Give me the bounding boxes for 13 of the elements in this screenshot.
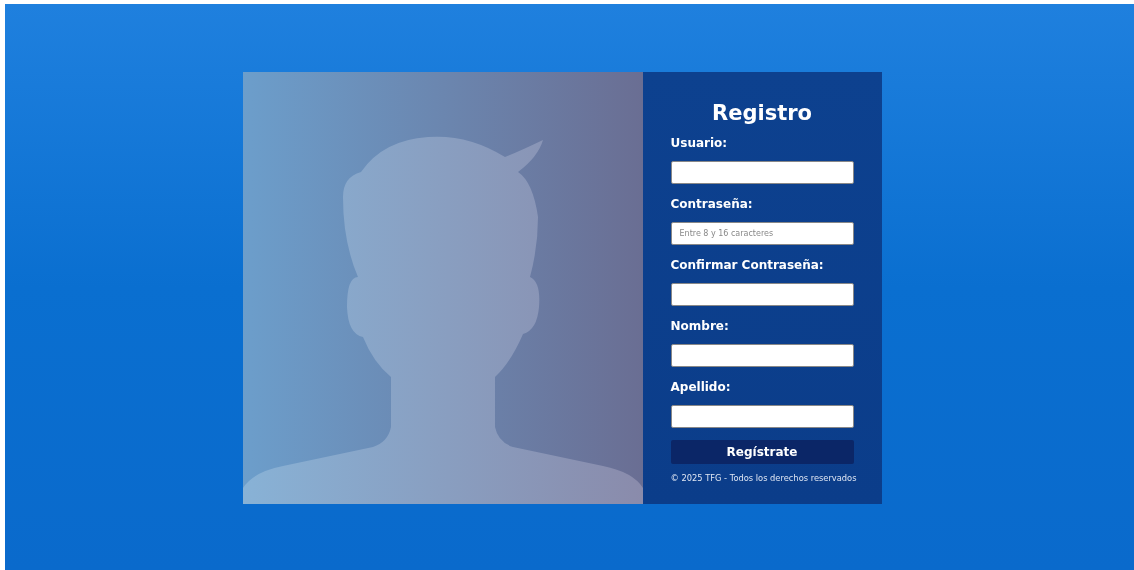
form-title: Registro — [711, 100, 813, 127]
field-label: Confirmar Contraseña: — [670, 258, 824, 272]
field-label: Contraseña: — [670, 197, 753, 211]
input-field[interactable] — [670, 161, 854, 184]
field-label: Nombre: — [670, 319, 729, 333]
register-button[interactable]: Regístrate — [670, 440, 854, 464]
field-label: Apellido: — [670, 380, 731, 394]
input-field[interactable] — [670, 283, 854, 306]
field-label: Usuario: — [670, 136, 728, 150]
input-field[interactable]: Entre 8 y 16 caracteres — [670, 222, 854, 245]
input-field[interactable] — [670, 405, 854, 428]
input-field[interactable] — [670, 344, 854, 367]
copyright-text: © 2025 TFG - Todos los derechos reservados — [670, 473, 857, 483]
